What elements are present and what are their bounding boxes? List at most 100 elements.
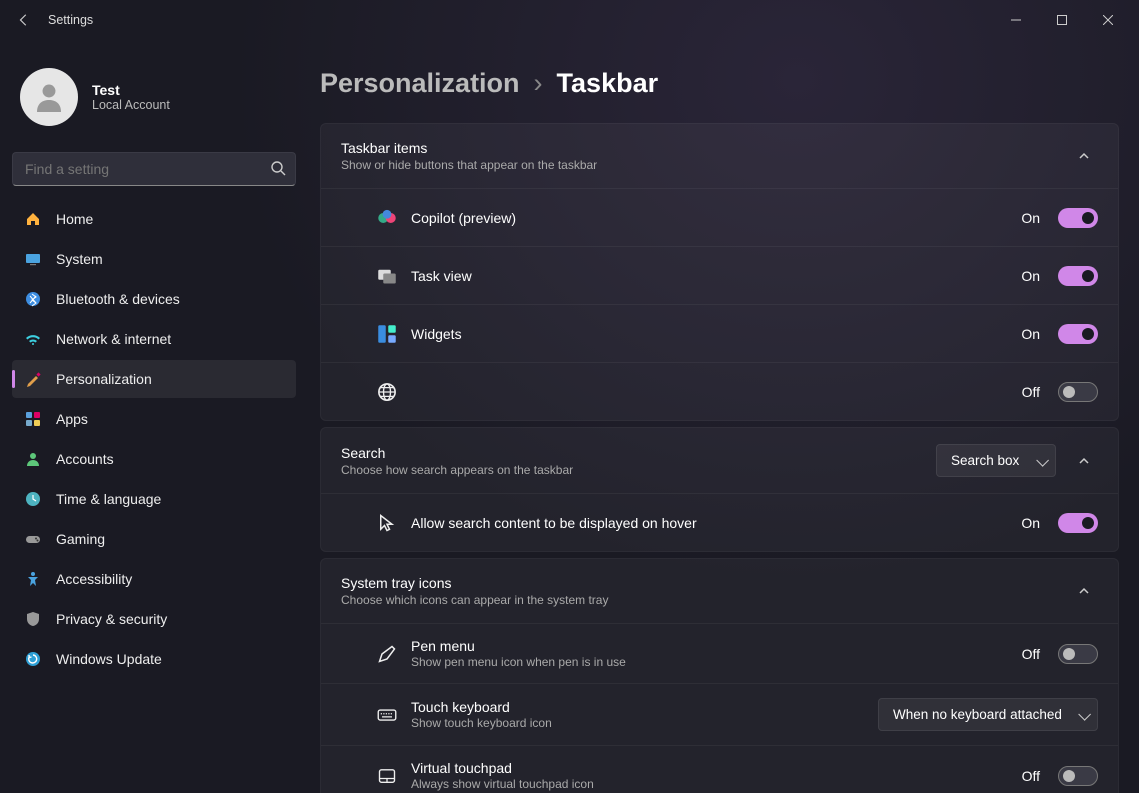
toggle-state: On (1021, 515, 1040, 531)
breadcrumb: Personalization › Taskbar (320, 68, 1119, 99)
system-icon (24, 250, 42, 268)
nav-system[interactable]: System (12, 240, 296, 278)
toggle-copilot[interactable] (1058, 208, 1098, 228)
row-copilot: Copilot (preview) On (321, 188, 1118, 246)
panel-header-search[interactable]: Search Choose how search appears on the … (321, 428, 1118, 493)
nav-time[interactable]: Time & language (12, 480, 296, 518)
cursor-icon (377, 513, 397, 533)
minimize-button[interactable] (993, 4, 1039, 36)
chevron-right-icon: › (534, 68, 543, 99)
row-sublabel: Always show virtual touchpad icon (411, 777, 1008, 791)
chevron-up-icon (1070, 455, 1098, 467)
toggle-state: Off (1022, 384, 1040, 400)
panel-taskbar-items: Taskbar items Show or hide buttons that … (320, 123, 1119, 421)
row-pen-menu: Pen menu Show pen menu icon when pen is … (321, 623, 1118, 683)
nav-apps[interactable]: Apps (12, 400, 296, 438)
search-input[interactable] (12, 152, 296, 186)
row-label: Pen menu (411, 638, 1008, 654)
toggle-widgets[interactable] (1058, 324, 1098, 344)
toggle-virtual-touchpad[interactable] (1058, 766, 1098, 786)
row-task-view: Task view On (321, 246, 1118, 304)
row-touch-keyboard: Touch keyboard Show touch keyboard icon … (321, 683, 1118, 745)
row-label: Allow search content to be displayed on … (411, 515, 1007, 531)
nav-label: Accounts (56, 451, 114, 467)
panel-header-tray[interactable]: System tray icons Choose which icons can… (321, 559, 1118, 623)
nav-label: Apps (56, 411, 88, 427)
panel-system-tray: System tray icons Choose which icons can… (320, 558, 1119, 793)
home-icon (24, 210, 42, 228)
panel-subtitle: Show or hide buttons that appear on the … (341, 158, 1056, 172)
nav-network[interactable]: Network & internet (12, 320, 296, 358)
keyboard-icon (377, 705, 397, 725)
nav-bluetooth[interactable]: Bluetooth & devices (12, 280, 296, 318)
row-search-hover: Allow search content to be displayed on … (321, 493, 1118, 551)
avatar (20, 68, 78, 126)
nav-accessibility[interactable]: Accessibility (12, 560, 296, 598)
row-label: Task view (411, 268, 1007, 284)
user-profile[interactable]: Test Local Account (12, 40, 296, 148)
copilot-icon (377, 208, 397, 228)
personalization-icon (24, 370, 42, 388)
nav-privacy[interactable]: Privacy & security (12, 600, 296, 638)
toggle-search-hover[interactable] (1058, 513, 1098, 533)
panel-title: Taskbar items (341, 140, 1056, 156)
chevron-up-icon (1070, 585, 1098, 597)
row-widgets: Widgets On (321, 304, 1118, 362)
nav-label: Personalization (56, 371, 152, 387)
network-icon (24, 330, 42, 348)
back-button[interactable] (8, 4, 40, 36)
toggle-pen-menu[interactable] (1058, 644, 1098, 664)
panel-search: Search Choose how search appears on the … (320, 427, 1119, 552)
panel-subtitle: Choose which icons can appear in the sys… (341, 593, 1056, 607)
nav-label: Gaming (56, 531, 105, 547)
pen-icon (377, 644, 397, 664)
taskview-icon (377, 266, 397, 286)
toggle-globe[interactable] (1058, 382, 1098, 402)
dropdown-touch-keyboard[interactable]: When no keyboard attached (878, 698, 1098, 731)
panel-title: System tray icons (341, 575, 1056, 591)
row-sublabel: Show touch keyboard icon (411, 716, 864, 730)
toggle-task-view[interactable] (1058, 266, 1098, 286)
breadcrumb-parent[interactable]: Personalization (320, 68, 520, 99)
nav-label: Windows Update (56, 651, 162, 667)
breadcrumb-current: Taskbar (557, 68, 659, 99)
maximize-button[interactable] (1039, 4, 1085, 36)
search-field[interactable] (12, 152, 296, 186)
nav-personalization[interactable]: Personalization (12, 360, 296, 398)
row-virtual-touchpad: Virtual touchpad Always show virtual tou… (321, 745, 1118, 793)
search-icon (270, 160, 286, 181)
toggle-state: Off (1022, 646, 1040, 662)
row-label: Touch keyboard (411, 699, 864, 715)
nav-list: Home System Bluetooth & devices Network … (12, 200, 296, 678)
time-icon (24, 490, 42, 508)
accessibility-icon (24, 570, 42, 588)
row-sublabel: Show pen menu icon when pen is in use (411, 655, 1008, 669)
row-globe: Off (321, 362, 1118, 420)
accounts-icon (24, 450, 42, 468)
close-button[interactable] (1085, 4, 1131, 36)
toggle-state: On (1021, 210, 1040, 226)
privacy-icon (24, 610, 42, 628)
nav-label: Time & language (56, 491, 161, 507)
nav-label: Network & internet (56, 331, 171, 347)
nav-accounts[interactable]: Accounts (12, 440, 296, 478)
nav-label: Home (56, 211, 93, 227)
toggle-state: On (1021, 326, 1040, 342)
user-name: Test (92, 82, 170, 98)
nav-gaming[interactable]: Gaming (12, 520, 296, 558)
touchpad-icon (377, 766, 397, 786)
apps-icon (24, 410, 42, 428)
widgets-icon (377, 324, 397, 344)
gaming-icon (24, 530, 42, 548)
user-subtitle: Local Account (92, 98, 170, 112)
nav-label: Accessibility (56, 571, 132, 587)
bluetooth-icon (24, 290, 42, 308)
window-title: Settings (48, 13, 93, 27)
nav-update[interactable]: Windows Update (12, 640, 296, 678)
row-label: Copilot (preview) (411, 210, 1007, 226)
dropdown-search-mode[interactable]: Search box (936, 444, 1056, 477)
update-icon (24, 650, 42, 668)
nav-home[interactable]: Home (12, 200, 296, 238)
nav-label: System (56, 251, 103, 267)
panel-header-taskbar-items[interactable]: Taskbar items Show or hide buttons that … (321, 124, 1118, 188)
